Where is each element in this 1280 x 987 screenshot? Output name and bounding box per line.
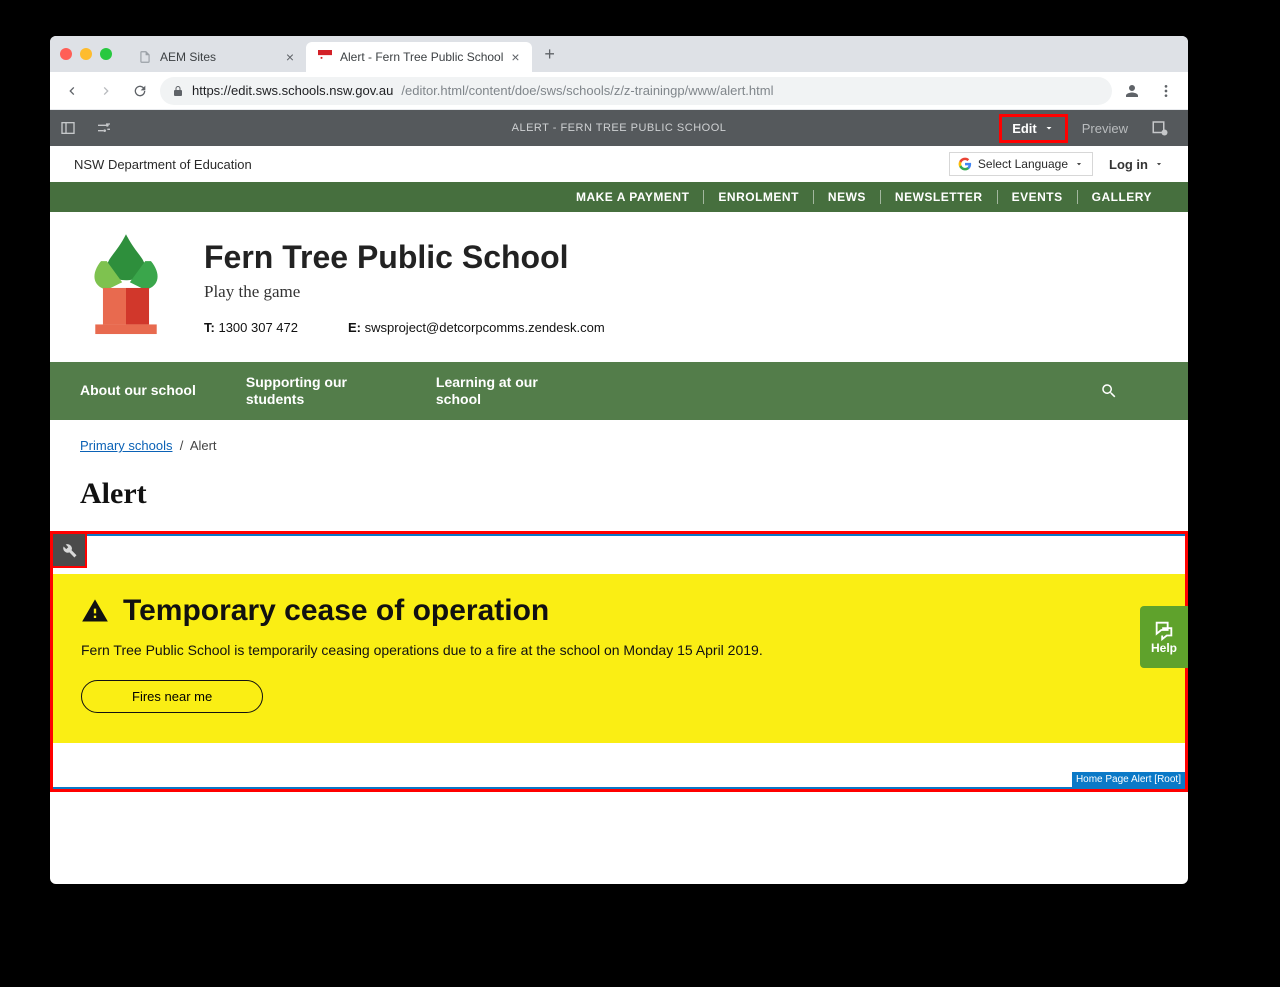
- component-top-spacer: [53, 534, 1185, 574]
- url-host: https://edit.sws.schools.nsw.gov.au: [192, 83, 393, 98]
- close-window-button[interactable]: [60, 48, 72, 60]
- alert-box: Temporary cease of operation Fern Tree P…: [53, 574, 1185, 743]
- zoom-window-button[interactable]: [100, 48, 112, 60]
- page-title: Alert: [50, 463, 1188, 531]
- chevron-down-icon: [1043, 122, 1055, 134]
- close-tab-icon[interactable]: ×: [511, 49, 519, 65]
- language-selector[interactable]: Select Language: [949, 152, 1093, 176]
- menu-icon[interactable]: [1152, 77, 1180, 105]
- department-label: NSW Department of Education: [74, 157, 252, 172]
- browser-tabbar: AEM Sites × Alert - Fern Tree Public Sch…: [50, 36, 1188, 72]
- utility-link[interactable]: GALLERY: [1078, 182, 1166, 212]
- chevron-down-icon: [1154, 159, 1164, 169]
- minimize-window-button[interactable]: [80, 48, 92, 60]
- utility-link[interactable]: NEWS: [814, 182, 880, 212]
- edit-mode-label: Edit: [1012, 121, 1037, 136]
- utility-link[interactable]: NEWSLETTER: [881, 182, 997, 212]
- school-contacts: T: 1300 307 472 E: swsproject@detcorpcom…: [204, 320, 605, 335]
- nav-item[interactable]: Learning at our school: [436, 374, 576, 409]
- site-top-strip: NSW Department of Education Select Langu…: [50, 146, 1188, 182]
- breadcrumb: Primary schools / Alert: [50, 420, 1188, 463]
- utility-link[interactable]: MAKE A PAYMENT: [562, 182, 703, 212]
- phone-value: 1300 307 472: [218, 320, 298, 335]
- search-icon[interactable]: [1100, 382, 1158, 400]
- component-root-label: Home Page Alert [Root]: [1072, 772, 1185, 787]
- help-label: Help: [1151, 641, 1177, 655]
- chevron-down-icon: [1074, 159, 1084, 169]
- utility-nav: MAKE A PAYMENT ENROLMENT NEWS NEWSLETTER…: [50, 182, 1188, 212]
- settings-sliders-icon[interactable]: [86, 110, 122, 146]
- phone-label: T:: [204, 320, 215, 335]
- school-tagline: Play the game: [204, 282, 605, 302]
- browser-tab[interactable]: Alert - Fern Tree Public School ×: [306, 42, 532, 72]
- back-button[interactable]: [58, 77, 86, 105]
- browser-navbar: https://edit.sws.schools.nsw.gov.au/edit…: [50, 72, 1188, 110]
- new-tab-button[interactable]: +: [538, 42, 562, 66]
- alert-heading: Temporary cease of operation: [123, 594, 549, 628]
- reload-button[interactable]: [126, 77, 154, 105]
- school-title-block: Fern Tree Public School Play the game T:…: [204, 239, 605, 335]
- help-tab[interactable]: Help: [1140, 606, 1188, 668]
- alert-body: Fern Tree Public School is temporarily c…: [81, 642, 1157, 658]
- breadcrumb-link[interactable]: Primary schools: [80, 438, 172, 453]
- login-label: Log in: [1109, 157, 1148, 172]
- utility-link[interactable]: ENROLMENT: [704, 182, 813, 212]
- google-g-icon: [958, 157, 972, 171]
- language-label: Select Language: [978, 157, 1068, 171]
- nav-item[interactable]: Supporting our students: [246, 374, 386, 409]
- sidepanel-toggle-icon[interactable]: [50, 110, 86, 146]
- warning-icon: [81, 597, 109, 625]
- address-bar[interactable]: https://edit.sws.schools.nsw.gov.au/edit…: [160, 77, 1112, 105]
- chat-icon: [1153, 619, 1175, 641]
- main-nav: About our school Supporting our students…: [50, 362, 1188, 420]
- utility-link[interactable]: EVENTS: [998, 182, 1077, 212]
- browser-tab[interactable]: AEM Sites ×: [126, 42, 306, 72]
- email-value: swsproject@detcorpcomms.zendesk.com: [365, 320, 605, 335]
- login-link[interactable]: Log in: [1109, 157, 1164, 172]
- tab-title: AEM Sites: [160, 50, 216, 64]
- nav-item[interactable]: About our school: [80, 382, 196, 400]
- component-bottom-spacer: Home Page Alert [Root]: [53, 743, 1185, 789]
- annotate-icon[interactable]: [1142, 110, 1178, 146]
- profile-icon[interactable]: [1118, 77, 1146, 105]
- page-icon: [318, 50, 332, 64]
- school-header: Fern Tree Public School Play the game T:…: [50, 212, 1188, 362]
- alert-component-selected[interactable]: Temporary cease of operation Fern Tree P…: [50, 531, 1188, 792]
- school-logo: [78, 232, 174, 342]
- browser-window: AEM Sites × Alert - Fern Tree Public Sch…: [50, 36, 1188, 884]
- forward-button[interactable]: [92, 77, 120, 105]
- configure-wrench-button[interactable]: [51, 532, 87, 568]
- tab-title: Alert - Fern Tree Public School: [340, 50, 503, 64]
- editor-toolbar: ALERT - FERN TREE PUBLIC SCHOOL Edit Pre…: [50, 110, 1188, 146]
- window-controls: [60, 48, 112, 60]
- lock-icon: [172, 85, 184, 97]
- edit-mode-dropdown[interactable]: Edit: [999, 114, 1068, 143]
- alert-cta-button[interactable]: Fires near me: [81, 680, 263, 713]
- breadcrumb-current: Alert: [190, 438, 217, 453]
- email-label: E:: [348, 320, 361, 335]
- close-tab-icon[interactable]: ×: [286, 49, 294, 65]
- url-path: /editor.html/content/doe/sws/schools/z/z…: [401, 83, 773, 98]
- preview-button[interactable]: Preview: [1082, 121, 1128, 136]
- page-icon: [138, 50, 152, 64]
- school-name: Fern Tree Public School: [204, 239, 605, 276]
